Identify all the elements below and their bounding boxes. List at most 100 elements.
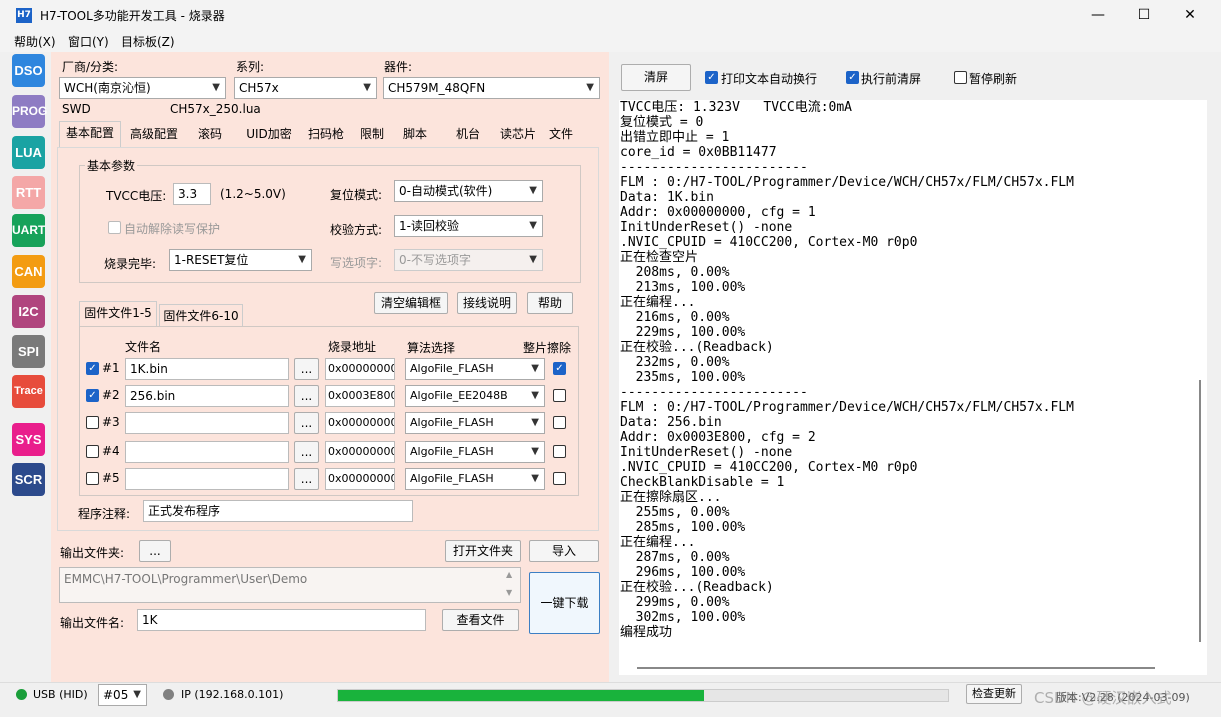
file-enable-checkbox[interactable]	[86, 472, 99, 485]
unprotect-checkbox[interactable]	[108, 221, 121, 234]
chevron-down-icon: ▼	[298, 254, 306, 265]
wiring-button[interactable]: 接线说明	[457, 292, 517, 314]
full-erase-checkbox[interactable]	[553, 389, 566, 402]
close-button[interactable]: ✕	[1167, 0, 1213, 30]
file-enable-checkbox[interactable]	[86, 416, 99, 429]
file-name-input[interactable]	[125, 412, 289, 434]
file-name-input[interactable]	[125, 441, 289, 463]
sidebar-trace-button[interactable]: Trace	[12, 375, 45, 408]
algorithm-select[interactable]: AlgoFile_FLASH ▼	[405, 358, 545, 380]
output-path-field[interactable]: EMMC\H7-TOOL\Programmer\User\Demo	[59, 567, 521, 603]
file-name-input[interactable]	[125, 468, 289, 490]
file-name-input[interactable]: 1K.bin	[125, 358, 289, 380]
pause-refresh-checkbox[interactable]	[954, 71, 967, 84]
algorithm-select[interactable]: AlgoFile_FLASH ▼	[405, 441, 545, 463]
vendor-select[interactable]: WCH(南京沁恒) ▼	[59, 77, 226, 99]
console-vscrollbar[interactable]	[1193, 100, 1207, 661]
view-file-button[interactable]: 查看文件	[442, 609, 519, 631]
console-line: TVCC电压: 1.323V TVCC电流:0mA	[620, 100, 853, 115]
verify-select[interactable]: 1-读回校验 ▼	[394, 215, 543, 237]
menu-target[interactable]: 目标板(Z)	[121, 33, 175, 50]
note-input[interactable]: 正式发布程序	[143, 500, 413, 522]
tab-file[interactable]: 文件	[544, 123, 578, 145]
sidebar-scr-button[interactable]: SCR	[12, 463, 45, 496]
help-button[interactable]: 帮助	[527, 292, 573, 314]
algorithm-select[interactable]: AlgoFile_EE2048B ▼	[405, 385, 545, 407]
browse-file-button[interactable]: ...	[294, 412, 319, 434]
file-address-input[interactable]: 0x00000000	[325, 412, 395, 434]
clear-editor-button[interactable]: 清空编辑框	[374, 292, 448, 314]
option-select[interactable]: 0-不写选项字 ▼	[394, 249, 543, 271]
file-address-input[interactable]: 0x0003E800	[325, 385, 395, 407]
port-select[interactable]: #05 ▼	[98, 684, 147, 706]
sidebar-uart-button[interactable]: UART	[12, 214, 45, 247]
menu-window[interactable]: 窗口(Y)	[68, 33, 109, 50]
file-address-input[interactable]: 0x00000000	[325, 468, 395, 490]
file-address-input[interactable]: 0x00000000	[325, 358, 395, 380]
scroll-down-icon[interactable]: ▼	[506, 588, 512, 597]
sidebar-dso-button[interactable]: DSO	[12, 54, 45, 87]
auto-wrap-checkbox[interactable]: ✓	[705, 71, 718, 84]
console-hscrollbar[interactable]	[619, 661, 1207, 675]
console-line: 229ms, 100.00%	[620, 325, 746, 340]
tvcc-input[interactable]: 3.3	[173, 183, 211, 205]
browse-file-button[interactable]: ...	[294, 441, 319, 463]
open-folder-button[interactable]: 打开文件夹	[445, 540, 521, 562]
tab-limit[interactable]: 限制	[354, 123, 390, 145]
tab-machine[interactable]: 机台	[450, 123, 486, 145]
browse-file-button[interactable]: ...	[294, 385, 319, 407]
sidebar-can-button[interactable]: CAN	[12, 255, 45, 288]
chevron-down-icon: ▼	[133, 689, 141, 700]
tab-basic[interactable]: 基本配置	[59, 121, 121, 147]
scroll-up-icon[interactable]: ▲	[506, 570, 512, 579]
file-enable-checkbox[interactable]: ✓	[86, 362, 99, 375]
console-output[interactable]: TVCC电压: 1.323V TVCC电流:0mA 复位模式 = 0 出错立即中止 …	[619, 100, 1193, 661]
menu-help[interactable]: 帮助(X)	[14, 33, 56, 50]
file-address-input[interactable]: 0x00000000	[325, 441, 395, 463]
reset-mode-select[interactable]: 0-自动模式(软件) ▼	[394, 180, 543, 202]
tab-files-6-10[interactable]: 固件文件6-10	[159, 304, 243, 326]
note-label: 程序注释:	[78, 507, 131, 521]
clear-before-checkbox[interactable]: ✓	[846, 71, 859, 84]
series-select[interactable]: CH57x ▼	[234, 77, 377, 99]
output-name-label: 输出文件名:	[60, 616, 125, 630]
file-name-input[interactable]: 256.bin	[125, 385, 289, 407]
file-enable-checkbox[interactable]: ✓	[86, 389, 99, 402]
console-line: InitUnderReset() -none	[620, 445, 793, 460]
tab-advanced[interactable]: 高级配置	[125, 123, 183, 145]
tab-files-1-5[interactable]: 固件文件1-5	[79, 301, 157, 326]
chevron-down-icon: ▼	[586, 82, 594, 93]
device-select[interactable]: CH579M_48QFN ▼	[383, 77, 600, 99]
sidebar-spi-button[interactable]: SPI	[12, 335, 45, 368]
sidebar-rtt-button[interactable]: RTT	[12, 176, 45, 209]
algorithm-select[interactable]: AlgoFile_FLASH ▼	[405, 412, 545, 434]
full-erase-checkbox[interactable]: ✓	[553, 362, 566, 375]
clear-screen-button[interactable]: 清屏	[621, 64, 691, 91]
browse-file-button[interactable]: ...	[294, 358, 319, 380]
browse-file-button[interactable]: ...	[294, 468, 319, 490]
sidebar-sys-button[interactable]: SYS	[12, 423, 45, 456]
full-erase-checkbox[interactable]	[553, 445, 566, 458]
check-update-button[interactable]: 检查更新	[966, 684, 1022, 704]
finish-select[interactable]: 1-RESET复位 ▼	[169, 249, 312, 271]
file-enable-checkbox[interactable]	[86, 445, 99, 458]
import-button[interactable]: 导入	[529, 540, 599, 562]
minimize-button[interactable]: —	[1075, 0, 1121, 30]
console-line: 302ms, 100.00%	[620, 610, 746, 625]
output-name-input[interactable]: 1K	[137, 609, 426, 631]
sidebar-prog-button[interactable]: PROG	[12, 95, 47, 128]
header-full-erase: 整片擦除	[523, 341, 572, 355]
maximize-button[interactable]: ☐	[1121, 0, 1167, 30]
sidebar-i2c-button[interactable]: I2C	[12, 295, 45, 328]
browse-folder-button[interactable]: ...	[139, 540, 171, 562]
sidebar-lua-button[interactable]: LUA	[12, 136, 45, 169]
algorithm-select[interactable]: AlgoFile_FLASH ▼	[405, 468, 545, 490]
tab-rolling-code[interactable]: 滚码	[189, 123, 231, 145]
tab-script[interactable]: 脚本	[397, 123, 433, 145]
tab-read-chip[interactable]: 读芯片	[494, 123, 542, 145]
one-click-download-button[interactable]: 一键下载	[529, 572, 600, 634]
full-erase-checkbox[interactable]	[553, 416, 566, 429]
full-erase-checkbox[interactable]	[553, 472, 566, 485]
tab-uid-encrypt[interactable]: UID加密	[238, 123, 300, 145]
tab-scanner[interactable]: 扫码枪	[302, 123, 350, 145]
